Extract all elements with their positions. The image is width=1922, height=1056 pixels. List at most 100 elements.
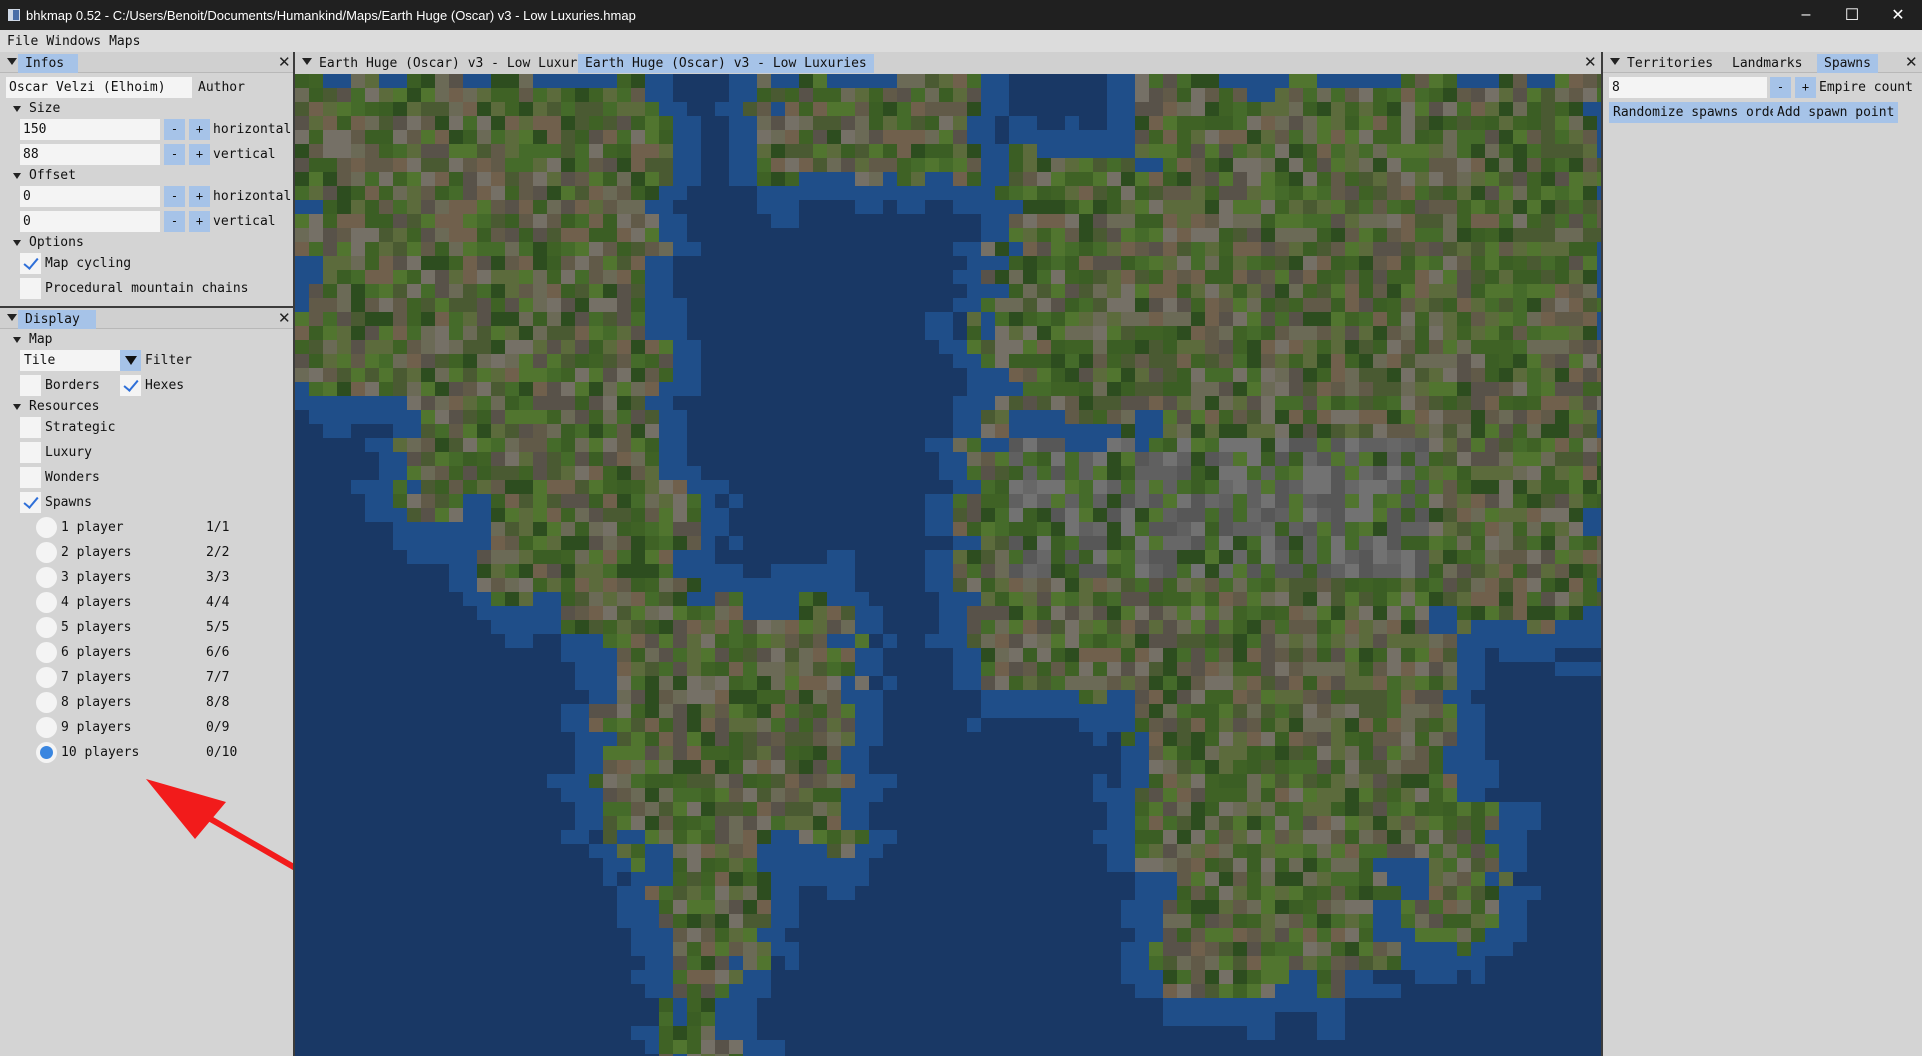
land-tile[interactable] (1051, 634, 1065, 648)
land-tile[interactable] (547, 326, 561, 340)
land-tile[interactable] (1485, 424, 1499, 438)
ocean-tile[interactable] (799, 200, 813, 214)
ocean-tile[interactable] (911, 214, 925, 228)
offset-v-plus-button[interactable]: + (189, 211, 210, 232)
ocean-tile[interactable] (855, 578, 869, 592)
land-tile[interactable] (1569, 396, 1583, 410)
land-tile[interactable] (1317, 634, 1331, 648)
ocean-tile[interactable] (393, 522, 407, 536)
ocean-tile[interactable] (799, 298, 813, 312)
land-tile[interactable] (1541, 452, 1555, 466)
land-tile[interactable] (1289, 298, 1303, 312)
ocean-tile[interactable] (337, 746, 351, 760)
ocean-tile[interactable] (939, 774, 953, 788)
ocean-tile[interactable] (995, 88, 1009, 102)
ocean-tile[interactable] (869, 452, 883, 466)
land-tile[interactable] (1219, 704, 1233, 718)
land-tile[interactable] (1023, 634, 1037, 648)
land-tile[interactable] (1261, 522, 1275, 536)
ocean-tile[interactable] (407, 676, 421, 690)
land-tile[interactable] (1107, 340, 1121, 354)
land-tile[interactable] (1177, 214, 1191, 228)
ocean-tile[interactable] (1527, 774, 1541, 788)
land-tile[interactable] (1569, 480, 1583, 494)
ocean-tile[interactable] (1009, 690, 1023, 704)
land-tile[interactable] (1541, 354, 1555, 368)
land-tile[interactable] (519, 340, 533, 354)
land-tile[interactable] (1037, 312, 1051, 326)
land-tile[interactable] (1429, 452, 1443, 466)
land-tile[interactable] (309, 228, 323, 242)
land-tile[interactable] (673, 732, 687, 746)
land-tile[interactable] (463, 214, 477, 228)
ocean-tile[interactable] (1499, 690, 1513, 704)
ocean-tile[interactable] (449, 564, 463, 578)
land-tile[interactable] (295, 242, 309, 256)
land-tile[interactable] (1191, 256, 1205, 270)
land-tile[interactable] (1205, 634, 1219, 648)
ocean-tile[interactable] (743, 368, 757, 382)
land-tile[interactable] (617, 424, 631, 438)
ocean-tile[interactable] (869, 228, 883, 242)
ocean-tile[interactable] (855, 368, 869, 382)
ocean-tile[interactable] (911, 774, 925, 788)
ocean-tile[interactable] (813, 396, 827, 410)
ocean-tile[interactable] (701, 396, 715, 410)
land-tile[interactable] (337, 102, 351, 116)
ocean-tile[interactable] (687, 466, 701, 480)
land-tile[interactable] (743, 648, 757, 662)
land-tile[interactable] (477, 102, 491, 116)
land-tile[interactable] (1289, 662, 1303, 676)
ocean-tile[interactable] (701, 242, 715, 256)
ocean-tile[interactable] (813, 368, 827, 382)
land-tile[interactable] (967, 158, 981, 172)
ocean-tile[interactable] (295, 466, 309, 480)
land-tile[interactable] (393, 326, 407, 340)
land-tile[interactable] (491, 550, 505, 564)
ocean-tile[interactable] (519, 690, 533, 704)
land-tile[interactable] (1387, 466, 1401, 480)
land-tile[interactable] (1583, 214, 1597, 228)
land-tile[interactable] (1443, 634, 1457, 648)
land-tile[interactable] (1555, 592, 1569, 606)
land-tile[interactable] (1023, 172, 1037, 186)
land-tile[interactable] (1261, 102, 1275, 116)
land-tile[interactable] (617, 186, 631, 200)
ocean-tile[interactable] (897, 298, 911, 312)
land-tile[interactable] (309, 144, 323, 158)
land-tile[interactable] (533, 172, 547, 186)
land-tile[interactable] (617, 550, 631, 564)
ocean-tile[interactable] (911, 466, 925, 480)
ocean-tile[interactable] (1583, 634, 1597, 648)
ocean-tile[interactable] (869, 270, 883, 284)
land-tile[interactable] (1051, 494, 1065, 508)
land-tile[interactable] (1275, 788, 1289, 802)
land-tile[interactable] (519, 410, 533, 424)
land-tile[interactable] (435, 242, 449, 256)
land-tile[interactable] (1289, 158, 1303, 172)
ocean-tile[interactable] (491, 690, 505, 704)
land-tile[interactable] (1247, 116, 1261, 130)
ocean-tile[interactable] (1051, 690, 1065, 704)
ocean-tile[interactable] (365, 536, 379, 550)
ocean-tile[interactable] (953, 774, 967, 788)
land-tile[interactable] (519, 228, 533, 242)
land-tile[interactable] (617, 270, 631, 284)
land-tile[interactable] (1051, 326, 1065, 340)
land-tile[interactable] (785, 676, 799, 690)
ocean-tile[interactable] (309, 760, 323, 774)
land-tile[interactable] (953, 116, 967, 130)
ocean-tile[interactable] (365, 732, 379, 746)
land-tile[interactable] (1163, 200, 1177, 214)
ocean-tile[interactable] (1247, 74, 1261, 88)
land-tile[interactable] (673, 592, 687, 606)
ocean-tile[interactable] (379, 634, 393, 648)
ocean-tile[interactable] (435, 676, 449, 690)
land-tile[interactable] (477, 550, 491, 564)
ocean-tile[interactable] (995, 144, 1009, 158)
land-tile[interactable] (1485, 410, 1499, 424)
ocean-tile[interactable] (435, 788, 449, 802)
land-tile[interactable] (631, 270, 645, 284)
land-tile[interactable] (1527, 522, 1541, 536)
land-tile[interactable] (897, 130, 911, 144)
